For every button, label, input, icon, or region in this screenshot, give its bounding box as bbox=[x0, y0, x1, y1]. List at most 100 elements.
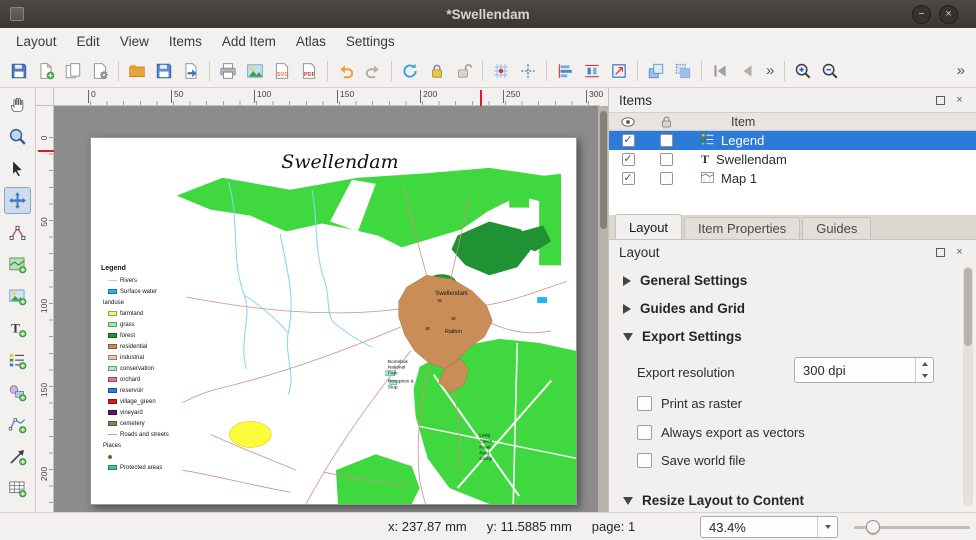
redo-icon[interactable] bbox=[360, 58, 386, 84]
edit-nodes-item-tool-icon[interactable] bbox=[4, 219, 31, 246]
snap-to-grid-icon[interactable] bbox=[488, 58, 514, 84]
menu-add-item[interactable]: Add Item bbox=[212, 31, 286, 52]
legend-item[interactable]: Legend RiversSurface waterlandusefarmlan… bbox=[101, 265, 205, 473]
visibility-checkbox[interactable] bbox=[622, 153, 635, 166]
undo-icon[interactable] bbox=[333, 58, 359, 84]
print-as-raster-checkbox[interactable] bbox=[637, 396, 652, 411]
layout-canvas[interactable]: Swellendam Swellendam Railton Bontebok N… bbox=[54, 106, 598, 512]
cursor-position-indicator-x bbox=[480, 90, 482, 106]
section-general-settings[interactable]: General Settings bbox=[623, 273, 747, 288]
menu-layout[interactable]: Layout bbox=[6, 31, 67, 52]
item-row-swellendam[interactable]: T Swellendam bbox=[609, 150, 976, 169]
section-label: Guides and Grid bbox=[640, 301, 745, 316]
atlas-first-feature-icon[interactable] bbox=[707, 58, 733, 84]
export-resolution-spinbox[interactable]: 300 dpi bbox=[794, 357, 934, 383]
tab-guides[interactable]: Guides bbox=[802, 217, 871, 239]
resize-selected-items-icon[interactable] bbox=[606, 58, 632, 84]
save-project-icon[interactable] bbox=[6, 58, 32, 84]
zoom-slider-thumb[interactable] bbox=[866, 520, 880, 534]
float-panel-icon[interactable] bbox=[934, 94, 947, 107]
add-items-from-template-icon[interactable] bbox=[124, 58, 150, 84]
town-label: Swellendam bbox=[435, 291, 468, 297]
layout-panel-content: General Settings Guides and Grid Export … bbox=[609, 264, 976, 512]
add-picture-icon[interactable] bbox=[4, 283, 31, 310]
zoom-out-icon[interactable] bbox=[817, 58, 843, 84]
menu-atlas[interactable]: Atlas bbox=[286, 31, 336, 52]
panel-vertical-scrollbar[interactable] bbox=[963, 266, 973, 506]
spin-down-button[interactable] bbox=[916, 370, 933, 382]
smart-guides-icon[interactable] bbox=[515, 58, 541, 84]
duplicate-layout-icon[interactable] bbox=[60, 58, 86, 84]
print-layout-icon[interactable] bbox=[215, 58, 241, 84]
close-panel-icon[interactable]: × bbox=[953, 94, 966, 107]
page-number: page: 1 bbox=[592, 519, 635, 534]
layout-manager-icon[interactable] bbox=[87, 58, 113, 84]
save-as-template-icon[interactable] bbox=[151, 58, 177, 84]
unlock-all-items-icon[interactable] bbox=[451, 58, 477, 84]
item-row-legend[interactable]: Legend bbox=[609, 131, 976, 150]
menu-edit[interactable]: Edit bbox=[67, 31, 110, 52]
export-as-image-icon[interactable] bbox=[242, 58, 268, 84]
align-selected-items-icon[interactable] bbox=[552, 58, 578, 84]
always-export-vectors-checkbox[interactable] bbox=[637, 425, 652, 440]
float-panel-icon[interactable] bbox=[934, 246, 947, 259]
qgis-layout-designer-window: *Swellendam − × Layout Edit View Items A… bbox=[0, 0, 976, 540]
combo-dropdown-icon[interactable] bbox=[817, 517, 837, 537]
tab-layout[interactable]: Layout bbox=[615, 214, 682, 239]
save-world-file-checkbox[interactable] bbox=[637, 453, 652, 468]
select-move-item-tool-icon[interactable] bbox=[4, 155, 31, 182]
zoom-tool-icon[interactable] bbox=[4, 123, 31, 150]
zoom-in-icon[interactable] bbox=[790, 58, 816, 84]
lock-checkbox[interactable] bbox=[660, 134, 673, 147]
visibility-checkbox[interactable] bbox=[622, 134, 635, 147]
new-layout-icon[interactable] bbox=[33, 58, 59, 84]
refresh-view-icon[interactable] bbox=[397, 58, 423, 84]
layout-page[interactable]: Swellendam Swellendam Railton Bontebok N… bbox=[90, 137, 577, 505]
lock-checkbox[interactable] bbox=[660, 153, 673, 166]
vertical-ruler[interactable]: 0 50 100 150 200 bbox=[36, 106, 54, 512]
legend-swatch bbox=[108, 410, 117, 415]
move-item-content-tool-icon[interactable] bbox=[4, 187, 31, 214]
export-as-svg-icon[interactable]: SVG bbox=[269, 58, 295, 84]
horizontal-ruler[interactable]: 0 50 100 150 200 250 300 bbox=[54, 88, 600, 106]
menu-items[interactable]: Items bbox=[159, 31, 212, 52]
distribute-selected-items-icon[interactable] bbox=[579, 58, 605, 84]
visibility-checkbox[interactable] bbox=[622, 172, 635, 185]
add-attribute-table-icon[interactable] bbox=[4, 475, 31, 502]
add-node-item-icon[interactable] bbox=[4, 411, 31, 438]
menu-settings[interactable]: Settings bbox=[336, 31, 405, 52]
add-shape-icon[interactable] bbox=[4, 379, 31, 406]
section-resize-layout[interactable]: Resize Layout to Content bbox=[623, 493, 804, 508]
raise-selected-items-icon[interactable] bbox=[643, 58, 669, 84]
zoom-slider[interactable] bbox=[854, 526, 970, 529]
item-toolbar: T bbox=[0, 88, 36, 512]
close-button[interactable]: × bbox=[939, 5, 958, 24]
add-map-icon[interactable] bbox=[4, 251, 31, 278]
add-label-icon[interactable]: T bbox=[4, 315, 31, 342]
canvas-vertical-scrollbar[interactable] bbox=[598, 106, 608, 512]
item-row-map1[interactable]: Map 1 bbox=[609, 169, 976, 188]
lock-selected-items-icon[interactable] bbox=[424, 58, 450, 84]
close-panel-icon[interactable]: × bbox=[953, 246, 966, 259]
section-guides-and-grid[interactable]: Guides and Grid bbox=[623, 301, 745, 316]
toolbar-overflow-chevron[interactable]: » bbox=[761, 62, 779, 79]
load-from-template-icon[interactable] bbox=[178, 58, 204, 84]
canvas-scrollbar-thumb[interactable] bbox=[600, 111, 607, 229]
spin-up-button[interactable] bbox=[916, 358, 933, 370]
expanded-arrow-icon bbox=[623, 497, 633, 505]
add-arrow-icon[interactable] bbox=[4, 443, 31, 470]
section-export-settings[interactable]: Export Settings bbox=[623, 329, 742, 344]
minimize-button[interactable]: − bbox=[912, 5, 931, 24]
panel-scrollbar-thumb[interactable] bbox=[964, 268, 972, 346]
toolbar-extension-chevron[interactable]: » bbox=[952, 62, 970, 79]
tab-item-properties[interactable]: Item Properties bbox=[684, 217, 800, 239]
export-as-pdf-icon[interactable]: PDF bbox=[296, 58, 322, 84]
zoom-level-combobox[interactable]: 43.4% bbox=[700, 516, 838, 538]
group-items-icon[interactable] bbox=[670, 58, 696, 84]
lock-checkbox[interactable] bbox=[660, 172, 673, 185]
menu-view[interactable]: View bbox=[110, 31, 159, 52]
pan-tool-icon[interactable] bbox=[4, 91, 31, 118]
item-column-header: Item bbox=[685, 115, 976, 129]
add-legend-icon[interactable] bbox=[4, 347, 31, 374]
atlas-previous-feature-icon[interactable] bbox=[734, 58, 760, 84]
